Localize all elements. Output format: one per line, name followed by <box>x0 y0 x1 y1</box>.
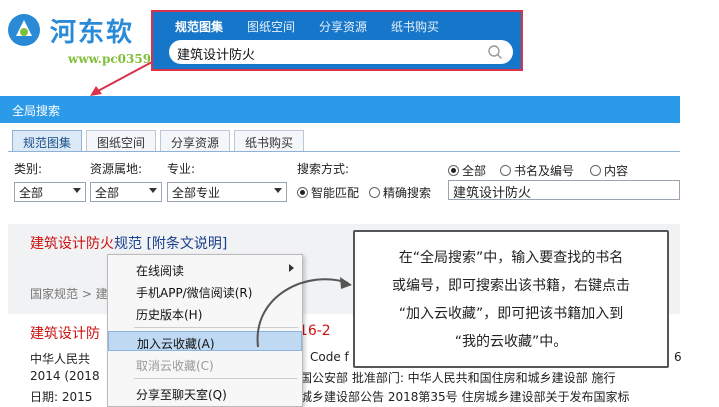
tab-shared[interactable]: 分享资源 <box>160 130 231 152</box>
radio-selected-icon <box>448 165 459 176</box>
result2-line2-left: 2014 (2018 <box>30 369 100 383</box>
result2-title-link[interactable]: 建筑设计防 <box>30 323 100 343</box>
method-exact-radio[interactable]: 精确搜索 <box>369 184 431 201</box>
source-select[interactable]: 全部 <box>90 182 162 202</box>
method-exact-label: 精确搜索 <box>383 186 432 200</box>
menu-item-share-chat[interactable]: 分享至聊天室(Q) <box>108 383 302 403</box>
top-tab-shared[interactable]: 分享资源 <box>307 16 379 36</box>
scope-title-radio[interactable]: 书名及编号 <box>500 162 574 179</box>
top-search-widget: 规范图集 图纸空间 分享资源 纸书购买 建筑设计防火 <box>151 10 523 71</box>
result2-line1-end: 6 <box>674 350 682 364</box>
scope-title-label: 书名及编号 <box>514 164 575 178</box>
panel-tabs: 规范图集 图纸空间 分享资源 纸书购买 <box>12 130 305 152</box>
tab-books[interactable]: 纸书购买 <box>234 130 305 152</box>
top-search-input[interactable]: 建筑设计防火 <box>169 40 513 64</box>
menu-item-remove-cloud-favorite[interactable]: 取消云收藏(C) <box>108 354 302 374</box>
source-value: 全部 <box>95 186 120 200</box>
scope-content-label: 内容 <box>604 164 629 178</box>
chevron-down-icon <box>73 188 81 193</box>
radio-selected-icon <box>297 187 308 198</box>
source-label: 资源属地: <box>90 162 143 176</box>
callout-line-2: 或编号，即可搜索出该书籍，右键点击 <box>392 278 630 294</box>
result-title-link[interactable]: 建筑设计防火规范 [附条文说明] <box>30 233 227 253</box>
search-icon[interactable] <box>487 44 503 60</box>
global-search-header: 全局搜索 <box>0 96 680 123</box>
result2-line1-left: 中华人民共 <box>30 352 91 366</box>
result2-line3-right: 城乡建设部公告 2018第35号 住房城乡建设部关于发布国家标 <box>300 390 630 404</box>
menu-item-label: 历史版本(H) <box>136 308 203 322</box>
tab-standards[interactable]: 规范图集 <box>12 130 83 152</box>
result-title-rest: 规范 [附条文说明] <box>114 236 228 252</box>
menu-separator <box>134 378 298 379</box>
tabs-divider <box>8 151 680 152</box>
major-label: 专业: <box>167 162 196 176</box>
logo-icon <box>8 14 40 46</box>
top-search-query: 建筑设计防火 <box>177 48 256 63</box>
chevron-down-icon <box>149 188 157 193</box>
major-value: 全部专业 <box>172 186 221 200</box>
callout-line-4: “我的云收藏”中。 <box>454 334 568 350</box>
radio-icon <box>369 187 380 198</box>
pointer-curve-icon <box>256 277 352 348</box>
menu-item-label: 在线阅读 <box>136 264 185 278</box>
result2-line3-left: 日期: 2015 <box>30 390 93 404</box>
tab-drawings[interactable]: 图纸空间 <box>86 130 157 152</box>
category-value: 全部 <box>19 186 44 200</box>
top-tab-books[interactable]: 纸书购买 <box>379 16 451 36</box>
result-breadcrumb: 国家规范 > 建 <box>30 287 108 301</box>
top-tab-standards[interactable]: 规范图集 <box>163 16 235 36</box>
annotation-arrow-icon <box>90 61 153 96</box>
scope-all-label: 全部 <box>462 164 487 178</box>
major-select[interactable]: 全部专业 <box>167 182 287 202</box>
top-search-tabs: 规范图集 图纸空间 分享资源 纸书购买 <box>163 16 451 36</box>
scope-all-radio[interactable]: 全部 <box>448 162 486 179</box>
main-search-input[interactable]: 建筑设计防火 <box>448 180 680 201</box>
result-title-highlight: 建筑设计防火 <box>30 236 114 252</box>
menu-item-label: 分享至聊天室(Q) <box>136 388 227 402</box>
callout-line-1: 在“全局搜索”中，输入要查找的书名 <box>398 250 624 266</box>
logo-name: 河东软 <box>50 18 135 48</box>
method-smart-radio[interactable]: 智能匹配 <box>297 184 359 201</box>
search-method-label: 搜索方式: <box>297 162 350 176</box>
menu-item-label: 手机APP/微信阅读(R) <box>136 286 253 300</box>
scope-content-radio[interactable]: 内容 <box>590 162 628 179</box>
result2-line2-right: 国公安部 批准部门: 中华人民共和国住房和城乡建设部 施行 <box>300 371 616 385</box>
chevron-down-icon <box>274 188 282 193</box>
instruction-callout: 在“全局搜索”中，输入要查找的书名 或编号，即可搜索出该书籍，右键点击 “加入云… <box>353 230 669 368</box>
menu-item-label: 取消云收藏(C) <box>136 359 214 373</box>
category-label: 类别: <box>14 162 43 176</box>
category-select[interactable]: 全部 <box>14 182 86 202</box>
method-smart-label: 智能匹配 <box>311 186 360 200</box>
panel-title: 全局搜索 <box>12 104 61 118</box>
radio-icon <box>590 165 601 176</box>
menu-item-label: 加入云收藏(A) <box>137 337 215 351</box>
callout-line-3: “加入云收藏”，即可把该书籍加入到 <box>398 306 624 322</box>
radio-icon <box>500 165 511 176</box>
top-tab-drawings[interactable]: 图纸空间 <box>235 16 307 36</box>
